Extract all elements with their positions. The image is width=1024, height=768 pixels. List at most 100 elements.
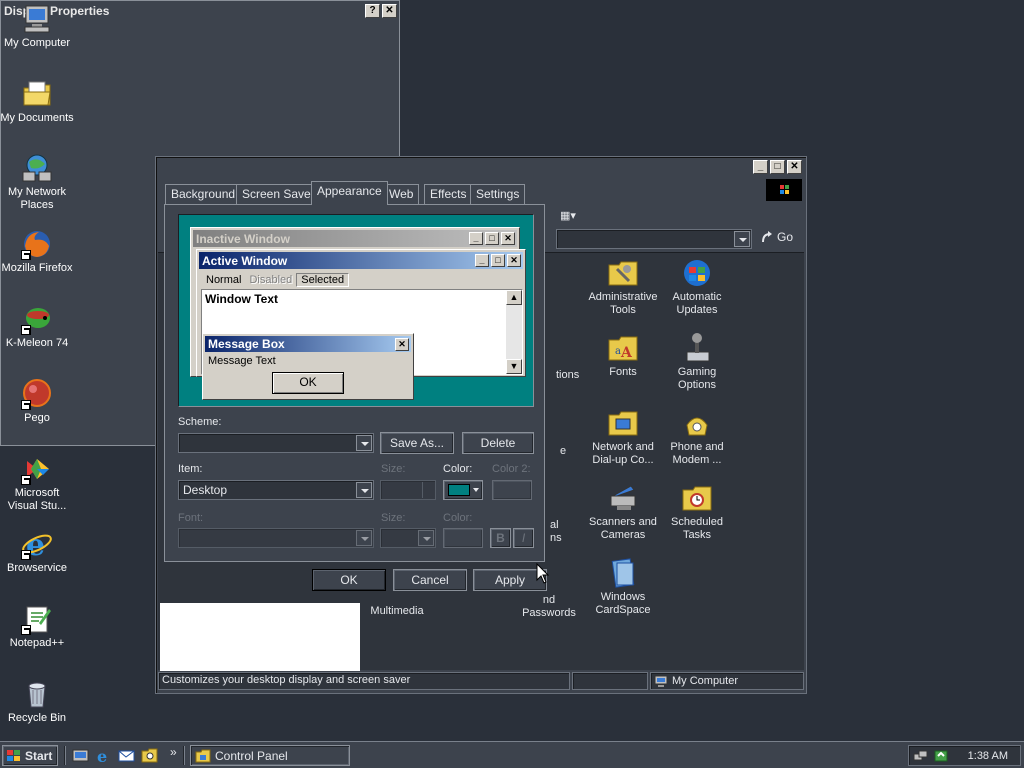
- cp-item-network-dialup[interactable]: Network and Dial-up Co...: [584, 407, 662, 467]
- explorer-search-icon[interactable]: [141, 747, 158, 764]
- cp-item-scanners-cameras[interactable]: Scanners and Cameras: [584, 482, 662, 542]
- tab-appearance[interactable]: Appearance: [311, 181, 388, 205]
- ok-button[interactable]: OK: [312, 569, 386, 591]
- cp-item-administrative-tools[interactable]: Administrative Tools: [584, 257, 662, 317]
- cp-item-multimedia[interactable]: Multimedia: [358, 605, 436, 618]
- size-spinner[interactable]: [380, 480, 436, 500]
- tab-screen-saver[interactable]: Screen Saver: [236, 184, 321, 204]
- item-dropdown[interactable]: Desktop: [178, 480, 374, 500]
- color-picker-button[interactable]: [443, 480, 483, 500]
- item-label: Item:: [178, 463, 203, 475]
- close-icon: ✕: [395, 337, 409, 351]
- outlook-express-icon[interactable]: [118, 747, 135, 764]
- font-dropdown[interactable]: [178, 528, 374, 548]
- preview-msgbox-title: Message Box: [208, 337, 285, 351]
- internet-explorer-icon[interactable]: e: [95, 747, 112, 764]
- close-button[interactable]: ✕: [787, 160, 802, 174]
- chevron-down-icon[interactable]: [356, 482, 372, 498]
- status-pane: [572, 672, 648, 690]
- cp-item-label: al ns: [550, 519, 562, 544]
- taskbar-button-control-panel[interactable]: Control Panel: [190, 745, 350, 766]
- cp-item-automatic-updates[interactable]: Automatic Updates: [658, 257, 736, 317]
- desktop-icon-label: Browservice: [7, 562, 67, 574]
- start-button[interactable]: Start: [2, 745, 58, 766]
- cp-item-gaming-options[interactable]: Gaming Options: [658, 332, 736, 392]
- go-label: Go: [777, 230, 794, 244]
- preview-inactive-title: Inactive Window: [196, 231, 290, 246]
- desktop-icon-recycle-bin[interactable]: Recycle Bin: [0, 678, 74, 725]
- toolbar-grip: [64, 746, 66, 765]
- minimize-button[interactable]: _: [753, 160, 768, 174]
- preview-menu-normal: Normal: [206, 273, 242, 286]
- cp-item-fonts[interactable]: Aa Fonts: [584, 332, 662, 379]
- status-text: Customizes your desktop display and scre…: [158, 672, 570, 690]
- spinner-arrows-icon: [422, 482, 434, 498]
- desktop-icon-firefox[interactable]: Mozilla Firefox: [0, 228, 74, 275]
- cp-item-partial-4[interactable]: al ns: [550, 519, 570, 545]
- maximize-button[interactable]: □: [770, 160, 785, 174]
- bold-button[interactable]: B: [490, 528, 511, 548]
- preview-menu-selected: Selected: [296, 272, 350, 287]
- cp-item-passwords[interactable]: nd Passwords: [510, 594, 588, 620]
- font-label: Font:: [178, 512, 204, 524]
- pego-icon: [21, 378, 53, 410]
- address-field[interactable]: [556, 229, 752, 249]
- color2-picker-button[interactable]: [492, 480, 532, 500]
- delete-button[interactable]: Delete: [462, 432, 534, 454]
- close-button[interactable]: ✕: [382, 4, 397, 18]
- size-label: Size:: [381, 463, 406, 475]
- cp-item-label: tions: [556, 369, 580, 381]
- tab-settings[interactable]: Settings: [470, 184, 526, 204]
- safely-remove-icon[interactable]: [933, 749, 949, 763]
- cp-item-scheduled-tasks[interactable]: Scheduled Tasks: [658, 482, 736, 542]
- cp-item-label: e: [559, 445, 567, 457]
- show-desktop-icon[interactable]: [72, 747, 89, 764]
- visual-studio-icon: [21, 453, 53, 485]
- quick-launch-chevron[interactable]: »: [170, 745, 177, 759]
- desktop-icon-notepadpp[interactable]: Notepad++: [0, 603, 74, 650]
- maximize-icon: □: [491, 254, 505, 267]
- desktop-icon-kmeleon[interactable]: K-Meleon 74: [0, 303, 74, 350]
- network-tray-icon[interactable]: [913, 749, 929, 763]
- desktop-icon-visual-studio[interactable]: Microsoft Visual Stu...: [0, 453, 74, 513]
- desktop-icon-pego[interactable]: Pego: [0, 378, 74, 425]
- minimize-icon: _: [469, 232, 483, 245]
- cp-item-label: Scheduled Tasks: [671, 516, 723, 541]
- windows-update-icon: [681, 257, 713, 289]
- font-size-dropdown[interactable]: [380, 528, 436, 548]
- scheduled-tasks-icon: [681, 482, 713, 514]
- tab-web[interactable]: Web: [383, 184, 420, 204]
- tab-effects[interactable]: Effects: [424, 184, 473, 204]
- go-button[interactable]: Go: [760, 230, 793, 244]
- save-as-button[interactable]: Save As...: [380, 432, 454, 454]
- cp-item-label: Automatic Updates: [672, 291, 722, 316]
- internet-explorer-icon: e: [21, 528, 53, 563]
- desktop-icon-browservice[interactable]: e Browservice: [0, 528, 74, 575]
- chevron-down-icon[interactable]: [356, 435, 372, 451]
- appearance-preview[interactable]: Inactive Window _ □ ✕ Active Window _ □ …: [178, 214, 534, 407]
- desktop-icon-label: Pego: [24, 412, 50, 424]
- cp-item-partial-3[interactable]: e: [556, 445, 570, 458]
- cp-item-phone-modem[interactable]: Phone and Modem ...: [658, 407, 736, 467]
- tab-background[interactable]: Background: [165, 184, 242, 204]
- views-icon[interactable]: ▦▾: [560, 209, 582, 222]
- cp-item-label: Administrative Tools: [588, 291, 658, 316]
- preview-message-box: Message Box ✕ Message Text OK: [202, 333, 414, 400]
- cancel-button[interactable]: Cancel: [393, 569, 467, 591]
- preview-msgbox-titlebar: Message Box ✕: [205, 336, 411, 352]
- font-color-button[interactable]: [443, 528, 483, 548]
- svg-text:a: a: [615, 346, 621, 357]
- desktop-icon-my-documents[interactable]: My Documents: [0, 78, 74, 125]
- clock: 1:38 AM: [967, 749, 1008, 762]
- desktop-icon-network-places[interactable]: My Network Places: [0, 152, 74, 212]
- help-button[interactable]: ?: [365, 4, 380, 18]
- cp-item-windows-cardspace[interactable]: Windows CardSpace: [584, 557, 662, 617]
- chevron-down-icon[interactable]: [356, 530, 372, 546]
- desktop-icon-label: Notepad++: [9, 637, 65, 649]
- preview-msgbox-ok: OK: [272, 372, 344, 394]
- chevron-down-icon[interactable]: [418, 530, 434, 546]
- scheme-dropdown[interactable]: [178, 433, 374, 453]
- chevron-down-icon[interactable]: [734, 231, 750, 247]
- desktop-icon-my-computer[interactable]: My Computer: [0, 3, 74, 50]
- italic-button[interactable]: I: [513, 528, 534, 548]
